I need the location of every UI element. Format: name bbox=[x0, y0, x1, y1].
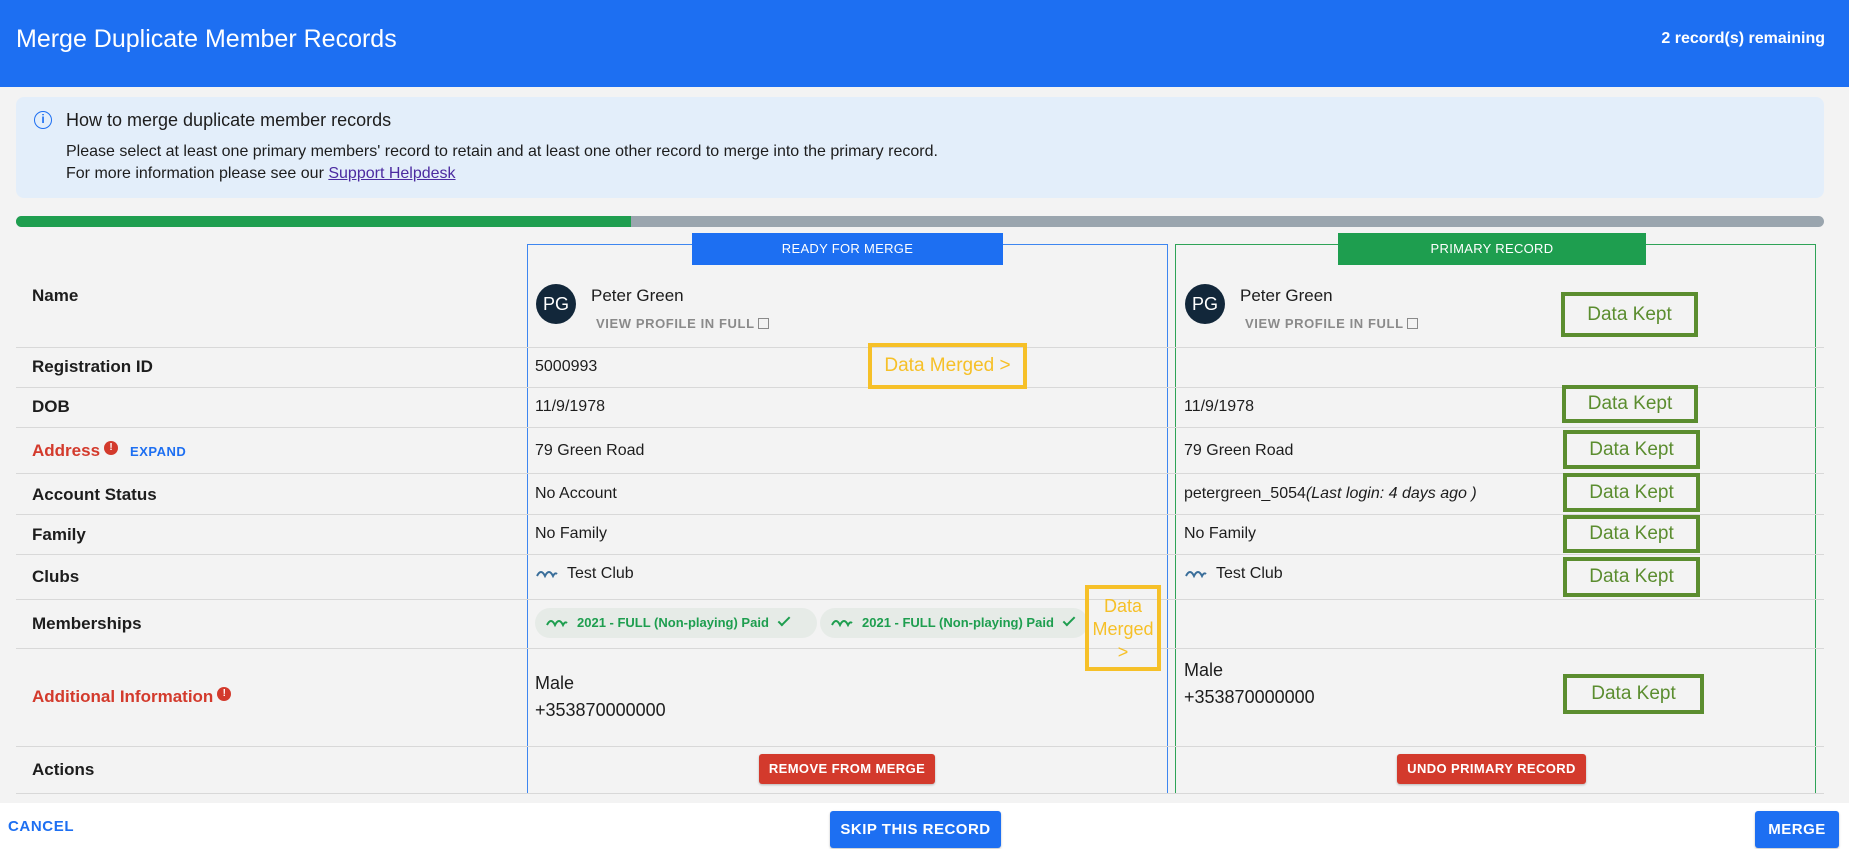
info-heading: How to merge duplicate member records bbox=[66, 110, 392, 130]
account-username: petergreen_5054 bbox=[1184, 485, 1306, 502]
progress-fill bbox=[16, 216, 631, 227]
info-icon: i bbox=[34, 111, 52, 129]
last-login: (Last login: 4 days ago ) bbox=[1305, 485, 1477, 502]
label-additional-information: Additional Information! bbox=[32, 687, 232, 707]
skip-record-button[interactable]: SKIP THIS RECORD bbox=[830, 811, 1001, 848]
label-dob: DOB bbox=[32, 397, 70, 416]
ready-for-merge-header: READY FOR MERGE bbox=[692, 233, 1003, 265]
club-name: Test Club bbox=[1216, 565, 1283, 582]
membership-chip: 2021 - FULL (Non-playing) Paid bbox=[820, 608, 1088, 638]
primary-record-header: PRIMARY RECORD bbox=[1338, 233, 1646, 265]
membership-label: 2021 - FULL (Non-playing) Paid bbox=[862, 615, 1054, 630]
label-registration-id: Registration ID bbox=[32, 357, 153, 376]
label-actions: Actions bbox=[32, 760, 95, 779]
label-account-status: Account Status bbox=[32, 485, 157, 504]
label-name: Name bbox=[32, 286, 79, 305]
label-family: Family bbox=[32, 525, 86, 544]
row-divider bbox=[16, 473, 1824, 474]
undo-primary-record-button[interactable]: UNDO PRIMARY RECORD bbox=[1397, 754, 1586, 784]
member-name: Peter Green bbox=[591, 286, 684, 305]
annotation-line: > bbox=[1117, 642, 1129, 662]
membership-label: 2021 - FULL (Non-playing) Paid bbox=[577, 615, 769, 630]
data-kept-annotation: Data Kept bbox=[1561, 292, 1698, 337]
club-logo-icon bbox=[536, 571, 558, 579]
avatar: PG bbox=[536, 284, 576, 324]
external-link-icon bbox=[757, 318, 769, 329]
club-value: Test Club bbox=[535, 565, 634, 583]
row-divider bbox=[16, 427, 1824, 428]
row-divider bbox=[16, 648, 1824, 649]
row-divider bbox=[16, 514, 1824, 515]
view-profile-link[interactable]: VIEW PROFILE IN FULL bbox=[596, 316, 769, 331]
label-memberships: Memberships bbox=[32, 614, 142, 633]
records-remaining: 2 record(s) remaining bbox=[1661, 30, 1825, 47]
info-help-text: For more information please see our Supp… bbox=[66, 165, 456, 183]
account-status-value: petergreen_5054(Last login: 4 days ago ) bbox=[1184, 485, 1477, 503]
address-value: 79 Green Road bbox=[535, 442, 645, 459]
view-profile-label: VIEW PROFILE IN FULL bbox=[596, 316, 755, 331]
data-merged-annotation: Data Merged > bbox=[1085, 585, 1161, 671]
dob-value: 11/9/1978 bbox=[535, 398, 605, 415]
label-address: Address! EXPAND bbox=[32, 441, 186, 461]
club-value: Test Club bbox=[1184, 565, 1283, 583]
address-value: 79 Green Road bbox=[1184, 442, 1294, 459]
gender-value: Male bbox=[1184, 660, 1224, 680]
info-panel: i How to merge duplicate member records … bbox=[16, 97, 1824, 198]
check-icon bbox=[1062, 613, 1076, 627]
data-kept-annotation: Data Kept bbox=[1563, 515, 1700, 553]
view-profile-label: VIEW PROFILE IN FULL bbox=[1245, 316, 1404, 331]
row-divider bbox=[16, 599, 1824, 600]
membership-chip: 2021 - FULL (Non-playing) Paid bbox=[535, 608, 817, 638]
app-header: Merge Duplicate Member Records 2 record(… bbox=[0, 0, 1849, 87]
error-icon: ! bbox=[217, 687, 232, 701]
phone-value: +353870000000 bbox=[1184, 687, 1315, 707]
external-link-icon bbox=[1406, 318, 1418, 329]
check-icon bbox=[777, 613, 791, 627]
additional-info-label-text: Additional Information bbox=[32, 687, 214, 706]
remove-from-merge-button[interactable]: REMOVE FROM MERGE bbox=[759, 754, 935, 784]
member-name: Peter Green bbox=[1240, 286, 1333, 305]
data-kept-annotation: Data Kept bbox=[1563, 557, 1700, 597]
club-logo-icon bbox=[1185, 571, 1207, 579]
merge-progress-bar bbox=[16, 216, 1824, 227]
data-kept-annotation: Data Kept bbox=[1563, 674, 1704, 714]
gender-value: Male bbox=[535, 673, 575, 693]
error-icon: ! bbox=[104, 441, 119, 455]
account-status-value: No Account bbox=[535, 485, 617, 502]
data-kept-annotation: Data Kept bbox=[1563, 430, 1700, 469]
support-helpdesk-link[interactable]: Support Helpdesk bbox=[328, 165, 455, 182]
data-merged-annotation: Data Merged > bbox=[868, 343, 1027, 389]
view-profile-link[interactable]: VIEW PROFILE IN FULL bbox=[1245, 316, 1418, 331]
avatar: PG bbox=[1185, 284, 1225, 324]
registration-id-value: 5000993 bbox=[535, 358, 598, 375]
address-label-text: Address bbox=[32, 441, 101, 460]
info-help-prefix: For more information please see our bbox=[66, 165, 329, 182]
family-value: No Family bbox=[535, 525, 608, 542]
data-kept-annotation: Data Kept bbox=[1562, 385, 1698, 423]
club-logo-icon bbox=[831, 620, 853, 628]
row-divider bbox=[16, 793, 1824, 794]
dob-value: 11/9/1978 bbox=[1184, 398, 1254, 415]
address-expand-button[interactable]: EXPAND bbox=[130, 444, 186, 459]
family-value: No Family bbox=[1184, 525, 1257, 542]
row-divider bbox=[16, 746, 1824, 747]
club-logo-icon bbox=[546, 620, 568, 628]
row-divider bbox=[16, 554, 1824, 555]
annotation-line: Data bbox=[1103, 596, 1143, 616]
label-clubs: Clubs bbox=[32, 567, 80, 586]
phone-value: +353870000000 bbox=[535, 700, 666, 720]
info-text: Please select at least one primary membe… bbox=[66, 143, 938, 160]
page-title: Merge Duplicate Member Records bbox=[16, 25, 397, 53]
annotation-line: Merged bbox=[1092, 619, 1154, 639]
data-kept-annotation: Data Kept bbox=[1563, 473, 1700, 512]
club-name: Test Club bbox=[567, 565, 634, 582]
merge-button[interactable]: MERGE bbox=[1755, 811, 1839, 848]
cancel-button[interactable]: CANCEL bbox=[8, 818, 74, 835]
